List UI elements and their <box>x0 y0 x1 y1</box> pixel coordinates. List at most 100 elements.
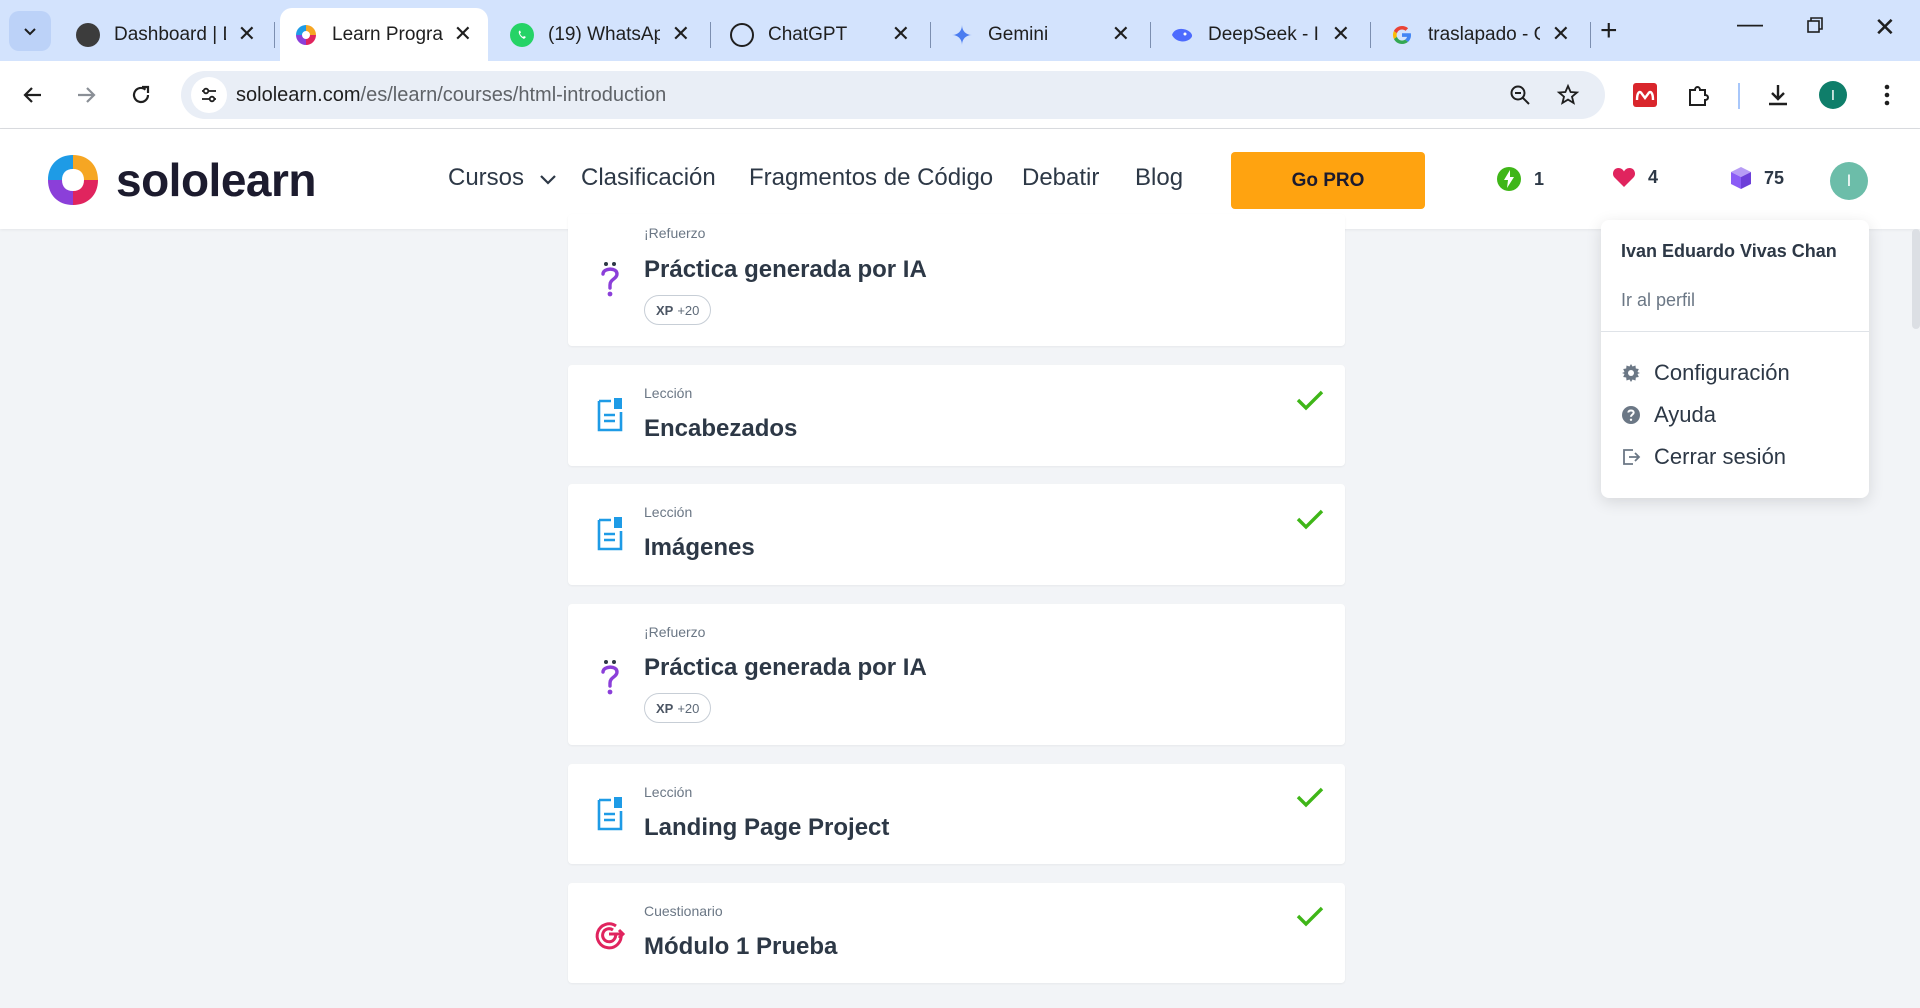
nav-blog[interactable]: Blog <box>1135 164 1183 192</box>
forward-button[interactable] <box>68 77 104 113</box>
tab-whatsapp[interactable]: (19) WhatsApp ✕ <box>496 8 706 61</box>
dropdown-divider <box>1601 331 1869 332</box>
tab-separator <box>1590 22 1591 48</box>
zoom-icon[interactable] <box>1508 83 1532 107</box>
tab-separator <box>710 22 711 48</box>
sololearn-logo[interactable]: sololearn <box>44 151 317 209</box>
new-tab-plus-icon[interactable]: + <box>1600 16 1618 46</box>
tab-search-button[interactable] <box>9 11 51 51</box>
browser-toolbar: sololearn.com/es/learn/courses/html-intr… <box>0 61 1920 129</box>
restore-window-icon[interactable] <box>1806 14 1824 40</box>
check-icon <box>1296 906 1324 927</box>
sololearn-logo-icon <box>48 155 98 205</box>
nav-fragmentos[interactable]: Fragmentos de Código <box>749 164 993 192</box>
lesson-card-refuerzo-2[interactable]: ¡Refuerzo Práctica generada por IA XP +20 <box>568 604 1345 745</box>
lesson-doc-icon <box>594 514 626 554</box>
menu-item-configuracion[interactable]: Configuración <box>1621 360 1790 386</box>
deepseek-whale-icon <box>1170 23 1194 47</box>
tab-gemini[interactable]: Gemini ✕ <box>936 8 1146 61</box>
back-button[interactable] <box>15 77 51 113</box>
heart-icon <box>1612 166 1636 188</box>
bookmark-star-icon[interactable] <box>1556 83 1580 107</box>
tab-label: Learn Program <box>332 23 444 45</box>
reload-button[interactable] <box>123 77 159 113</box>
reload-icon <box>132 85 150 104</box>
menu-item-label: Ayuda <box>1654 402 1716 427</box>
extension-mendeley-icon[interactable] <box>1629 79 1661 111</box>
tab-label: (19) WhatsApp <box>548 23 660 45</box>
toolbar-divider <box>1738 83 1740 109</box>
tab-separator <box>930 22 931 48</box>
tab-sololearn[interactable]: Learn Program ✕ <box>280 8 488 61</box>
tune-icon <box>202 87 216 103</box>
extensions-puzzle-icon[interactable] <box>1683 79 1715 111</box>
menu-item-label: Cerrar sesión <box>1654 444 1787 469</box>
nav-debatir[interactable]: Debatir <box>1022 164 1099 192</box>
close-icon[interactable]: ✕ <box>1112 23 1130 45</box>
close-icon[interactable]: ✕ <box>454 23 472 45</box>
tab-label: DeepSeek - In <box>1208 23 1320 45</box>
gem-cube-icon <box>1730 166 1752 190</box>
nav-cursos-label: Cursos <box>448 164 525 191</box>
lesson-card-modulo-prueba[interactable]: Cuestionario Módulo 1 Prueba <box>568 883 1345 983</box>
close-icon[interactable]: ✕ <box>892 23 910 45</box>
nav-clasificacion[interactable]: Clasificación <box>581 164 716 192</box>
url-text: sololearn.com/es/learn/courses/html-intr… <box>236 84 666 107</box>
lesson-card-landing-page[interactable]: Lección Landing Page Project <box>568 764 1345 864</box>
xp-value: +20 <box>677 302 700 318</box>
help-circle-icon <box>1621 405 1641 425</box>
streak-counter[interactable]: 1 <box>1496 166 1544 192</box>
user-avatar-button[interactable]: I <box>1830 162 1868 200</box>
nav-cursos[interactable]: Cursos <box>448 164 557 192</box>
downloads-icon[interactable] <box>1762 79 1794 111</box>
card-type-label: Lección <box>644 784 693 800</box>
whatsapp-icon <box>510 22 534 47</box>
card-title: Práctica generada por IA <box>644 654 927 681</box>
google-icon <box>1390 23 1414 47</box>
tab-google[interactable]: traslapado - G ✕ <box>1376 8 1586 61</box>
card-title: Encabezados <box>644 415 798 442</box>
tab-label: ChatGPT <box>768 23 848 45</box>
close-icon[interactable]: ✕ <box>1332 23 1350 45</box>
menu-item-ayuda[interactable]: Ayuda <box>1621 402 1716 428</box>
tab-deepseek[interactable]: DeepSeek - In ✕ <box>1156 8 1366 61</box>
lesson-card-imagenes[interactable]: Lección Imágenes <box>568 484 1345 585</box>
go-to-profile-link[interactable]: Ir al perfil <box>1621 290 1695 311</box>
question-icon <box>594 258 626 298</box>
card-type-label: Lección <box>644 504 693 520</box>
check-icon <box>1296 509 1324 530</box>
url-domain: sololearn.com <box>236 84 361 106</box>
close-icon[interactable]: ✕ <box>1552 23 1570 45</box>
check-icon <box>1296 787 1324 808</box>
hearts-counter[interactable]: 4 <box>1612 166 1658 188</box>
menu-item-cerrar-sesion[interactable]: Cerrar sesión <box>1621 444 1786 470</box>
card-type-label: Cuestionario <box>644 903 723 919</box>
tab-label: Dashboard | D <box>114 23 226 45</box>
site-info-button[interactable] <box>191 77 227 113</box>
dashboard-favicon-icon <box>76 22 100 47</box>
lesson-card-encabezados[interactable]: Lección Encabezados <box>568 365 1345 466</box>
close-icon[interactable]: ✕ <box>672 23 690 45</box>
page-scrollbar[interactable] <box>1912 229 1920 329</box>
gems-value: 75 <box>1764 167 1785 188</box>
chatgpt-icon <box>730 22 754 47</box>
gems-counter[interactable]: 75 <box>1730 166 1784 190</box>
close-icon[interactable]: ✕ <box>238 23 256 45</box>
lesson-card-refuerzo-1[interactable]: ¡Refuerzo Práctica generada por IA XP +20 <box>568 214 1345 346</box>
arrow-left-icon <box>23 87 41 103</box>
profile-avatar: I <box>1819 81 1847 109</box>
address-bar[interactable]: sololearn.com/es/learn/courses/html-intr… <box>181 71 1605 119</box>
minimize-icon[interactable]: — <box>1737 8 1763 39</box>
tab-label: Gemini <box>988 23 1049 45</box>
profile-button[interactable]: I <box>1817 79 1849 111</box>
kebab-menu-icon[interactable] <box>1871 79 1903 111</box>
tab-chatgpt[interactable]: ChatGPT ✕ <box>716 8 926 61</box>
url-path: /es/learn/courses/html-introduction <box>360 84 667 106</box>
close-window-icon[interactable]: ✕ <box>1874 12 1896 43</box>
lightning-icon <box>1496 166 1522 192</box>
lesson-doc-icon <box>594 794 626 834</box>
tab-dashboard[interactable]: Dashboard | D ✕ <box>62 8 272 61</box>
logout-icon <box>1621 447 1641 467</box>
go-pro-button[interactable]: Go PRO <box>1231 152 1425 209</box>
tab-separator <box>274 22 275 48</box>
